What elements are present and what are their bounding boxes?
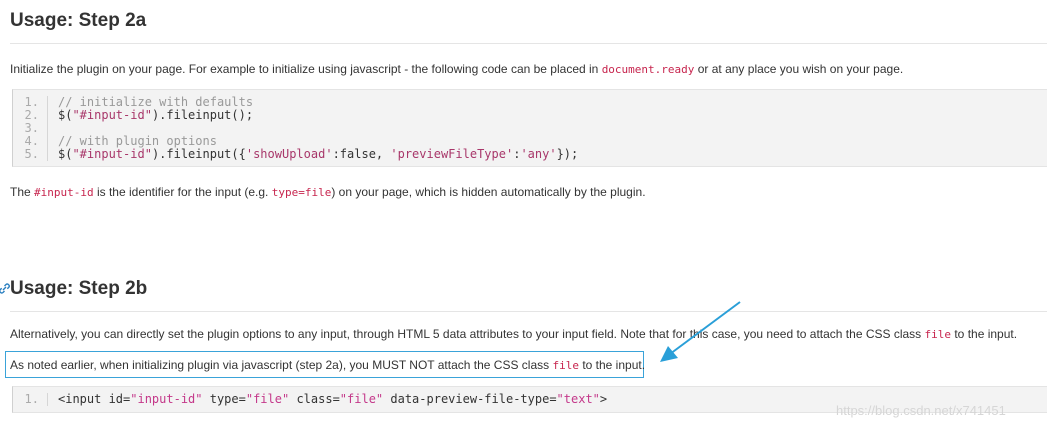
code-token: "text": [556, 392, 600, 406]
code-token: $(: [58, 108, 73, 122]
line-number: 5.: [13, 148, 48, 161]
inline-code-document-ready: document.ready: [601, 63, 695, 76]
code-token: "#input-id": [72, 108, 152, 122]
code-token: ).fileinput();: [151, 108, 254, 122]
page: Usage: Step 2a Initialize the plugin on …: [0, 0, 1047, 431]
code-token: 'any': [520, 147, 557, 161]
code-token: type=: [202, 392, 246, 406]
code-token: :: [332, 147, 340, 161]
code-token: ,: [375, 147, 391, 161]
watermark: https://blog.csdn.net/x741451: [836, 403, 1006, 418]
arrow-annotation: [660, 301, 741, 362]
heading-divider: [10, 311, 1047, 312]
line-number: 1.: [13, 393, 48, 406]
code-text: $("#input-id").fileinput();: [48, 109, 253, 122]
code-token: data-preview-file-type=: [383, 392, 557, 406]
code-token: // initialize with defaults: [58, 95, 254, 109]
code-token: 'showUpload': [245, 147, 333, 161]
note-paragraph: As noted earlier, when initializing plug…: [10, 358, 646, 372]
alternative-paragraph: Alternatively, you can directly set the …: [10, 327, 1018, 341]
code-token: >: [599, 392, 608, 406]
code-line: 2. $("#input-id").fileinput();: [13, 109, 1047, 122]
heading-step-2a: Usage: Step 2a: [10, 10, 147, 31]
link-icon[interactable]: [0, 282, 10, 296]
code-token: // with plugin options: [58, 134, 217, 148]
code-text: $("#input-id").fileinput({'showUpload':f…: [48, 148, 578, 161]
inline-code-file: file: [552, 359, 579, 372]
code-token: "#input-id": [72, 147, 152, 161]
code-line: 5. $("#input-id").fileinput({'showUpload'…: [13, 148, 1047, 161]
code-token: 'previewFileType': [390, 147, 514, 161]
code-token: $(: [58, 147, 73, 161]
code-block-step-2a: 1.// initialize with defaults 2. $("#input…: [12, 89, 1047, 167]
code-token: "input-id": [130, 392, 203, 406]
input-id-paragraph: The #input-id is the identifier for the …: [10, 185, 646, 199]
inline-code-input-id: #input-id: [34, 186, 94, 199]
heading-divider: [10, 43, 1047, 44]
code-token: <input id=: [58, 392, 131, 406]
code-text: <input id="input-id" type="file" class="…: [48, 393, 607, 406]
code-token: });: [556, 147, 579, 161]
code-token: "file": [339, 392, 384, 406]
inline-code-type-file: type=file: [271, 186, 332, 199]
code-token: "file": [245, 392, 290, 406]
code-token: false: [339, 147, 376, 161]
code-token: class=: [289, 392, 340, 406]
heading-step-2b: Usage: Step 2b: [10, 278, 148, 299]
inline-code-file: file: [924, 328, 952, 341]
code-token: ).fileinput({: [151, 147, 246, 161]
intro-paragraph: Initialize the plugin on your page. For …: [10, 62, 904, 76]
